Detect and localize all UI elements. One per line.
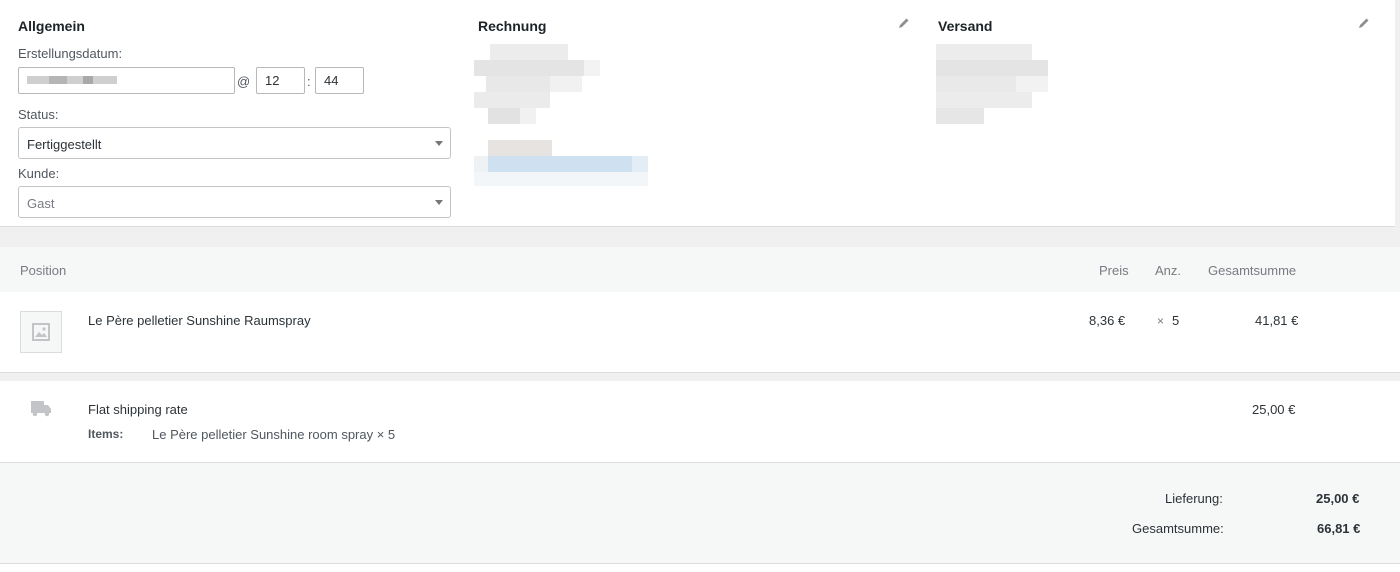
- redacted-block: [1016, 76, 1048, 92]
- created-date-input[interactable]: [18, 67, 235, 94]
- created-date-label: Erstellungsdatum:: [18, 46, 123, 61]
- product-thumbnail[interactable]: [20, 311, 62, 353]
- line-item-qty: 5: [1172, 313, 1180, 328]
- pencil-icon[interactable]: [897, 16, 911, 30]
- redacted-block: [488, 156, 632, 172]
- line-item-name[interactable]: Le Père pelletier Sunshine Raumspray: [88, 313, 311, 328]
- section-gap: [0, 373, 1400, 381]
- shipping-title: Versand: [938, 18, 993, 34]
- header-qty: Anz.: [1155, 263, 1182, 278]
- qty-times: ×: [1157, 314, 1165, 328]
- status-value: Fertiggestellt: [27, 137, 102, 152]
- redacted-block: [936, 44, 1032, 60]
- customer-select[interactable]: Gast: [18, 186, 451, 218]
- line-item-price: 8,36 €: [1089, 313, 1126, 328]
- shipping-items-value: Le Père pelletier Sunshine room spray × …: [152, 427, 396, 442]
- shipping-items-label: Items:: [88, 427, 124, 441]
- redacted-block: [488, 108, 520, 124]
- redacted-block: [488, 140, 552, 156]
- redacted-block: [936, 108, 984, 124]
- redacted-block: [474, 172, 648, 186]
- delivery-value: 25,00 €: [1316, 491, 1360, 506]
- header-total: Gesamtsumme: [1208, 263, 1297, 278]
- colon-separator: :: [307, 74, 311, 89]
- general-title: Allgemein: [18, 18, 85, 34]
- chevron-down-icon: [435, 141, 443, 146]
- grand-total-value: 66,81 €: [1317, 521, 1361, 536]
- redacted-block: [936, 92, 1032, 108]
- redacted-block: [474, 156, 488, 172]
- redacted-block: [632, 156, 648, 172]
- redacted-block: [936, 60, 1048, 76]
- redacted-block: [520, 108, 536, 124]
- redacted-block: [474, 60, 584, 76]
- billing-title: Rechnung: [478, 18, 547, 34]
- redacted-block: [936, 76, 1016, 92]
- delivery-label: Lieferung:: [1165, 491, 1223, 506]
- minute-input[interactable]: 44: [315, 67, 364, 94]
- shipping-method-name: Flat shipping rate: [88, 402, 188, 417]
- chevron-down-icon: [435, 200, 443, 205]
- header-price: Preis: [1099, 263, 1129, 278]
- redacted-block: [584, 60, 600, 76]
- at-separator: @: [237, 74, 251, 89]
- order-totals: Lieferung: 25,00 € Gesamtsumme: 66,81 €: [0, 463, 1400, 564]
- grand-total-label: Gesamtsumme:: [1132, 521, 1224, 536]
- redacted-block: [486, 76, 550, 92]
- status-label: Status:: [18, 107, 59, 122]
- order-data-panel: Allgemein Erstellungsdatum: @ 12 : 44 St…: [0, 0, 1395, 227]
- customer-value: Gast: [27, 196, 55, 211]
- redacted-block: [474, 92, 550, 108]
- header-position: Position: [20, 263, 67, 278]
- redacted-block: [550, 76, 582, 92]
- status-select[interactable]: Fertiggestellt: [18, 127, 451, 159]
- blurred-date-part: [83, 76, 93, 84]
- line-item-total: 41,81 €: [1255, 313, 1299, 328]
- hour-input[interactable]: 12: [256, 67, 305, 94]
- pencil-icon[interactable]: [1357, 16, 1371, 30]
- customer-label: Kunde:: [18, 166, 60, 181]
- image-placeholder-icon: [32, 323, 50, 341]
- blurred-date-part: [49, 76, 67, 84]
- blurred-date: [27, 76, 117, 84]
- truck-icon: [31, 401, 51, 417]
- items-table-header: Position Preis Anz. Gesamtsumme: [0, 247, 1400, 292]
- shipping-total: 25,00 €: [1252, 402, 1296, 417]
